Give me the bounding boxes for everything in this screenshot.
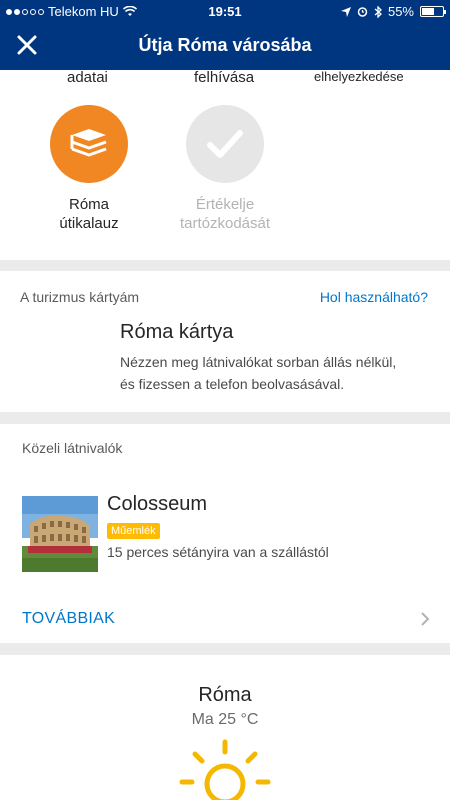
battery-icon	[420, 6, 446, 17]
rate-stay-label: Értékelje tartózkodását	[160, 195, 290, 233]
more-link[interactable]: TOVÁBBIAK	[22, 610, 115, 628]
weather-temperature: Ma 25 °C	[191, 711, 259, 728]
rome-guide-action[interactable]: Róma útikalauz	[24, 105, 154, 233]
rate-stay-action: Értékelje tartózkodását	[160, 105, 290, 233]
monument-badge: Műemlék	[107, 523, 160, 539]
tourism-card-heading: A turizmus kártyám	[20, 289, 140, 305]
section-divider	[0, 643, 450, 655]
battery-percent: 55%	[387, 4, 414, 19]
status-right: 55%	[340, 4, 446, 19]
section-divider	[0, 412, 450, 424]
action-label-location[interactable]: elhelyezkedése	[314, 69, 404, 84]
bluetooth-icon	[374, 5, 382, 18]
rome-card-title: Róma kártya	[120, 321, 234, 343]
sun-icon	[179, 739, 271, 800]
section-divider	[0, 260, 450, 271]
nav-bar: Útja Róma városába	[0, 26, 450, 66]
weather-city: Róma	[198, 684, 252, 706]
action-label-details[interactable]: adatai	[67, 69, 108, 86]
colosseum-thumbnail[interactable]	[22, 496, 98, 572]
poi-title[interactable]: Colosseum	[107, 493, 207, 516]
poi-distance: 15 perces sétányira van a szállástól	[107, 544, 329, 560]
rome-guide-button[interactable]	[50, 105, 128, 183]
rome-card-desc-line1: Nézzen meg látnivalókat sorban állás nél…	[120, 354, 397, 370]
rate-stay-label-line1: Értékelje	[195, 196, 255, 213]
action-label-call[interactable]: felhívása	[194, 69, 254, 86]
book-stack-icon	[70, 129, 107, 157]
rome-guide-label: Róma útikalauz	[24, 195, 154, 233]
alarm-icon	[357, 7, 368, 17]
chevron-right-icon[interactable]	[420, 611, 430, 627]
action-labels-row: adatai felhívása elhelyezkedése	[0, 68, 450, 90]
page-title: Útja Róma városába	[138, 35, 312, 55]
nearby-heading: Közeli látnivalók	[22, 440, 123, 456]
status-bar: Telekom HU 19:51 55%	[0, 0, 450, 22]
top-bar: Telekom HU 19:51 55% Útja Róma városába	[0, 0, 450, 70]
where-usable-link[interactable]: Hol használható?	[320, 289, 428, 305]
location-icon	[340, 6, 351, 17]
rate-stay-label-line2: tartózkodását	[179, 215, 271, 232]
check-icon	[207, 130, 243, 158]
rome-card-desc-line2: és fizessen a telefon beolvasásával.	[120, 376, 345, 392]
rome-card-description: Nézzen meg látnivalókat sorban állás nél…	[120, 351, 396, 395]
rome-guide-label-line2: útikalauz	[59, 215, 119, 232]
colosseum-image	[22, 496, 98, 572]
rome-guide-label-line1: Róma	[68, 196, 109, 213]
rate-stay-button	[186, 105, 264, 183]
